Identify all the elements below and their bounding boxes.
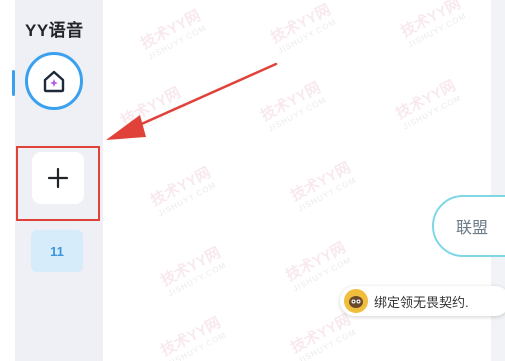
alliance-label: 联盟 <box>456 220 489 237</box>
notice-text: 绑定领无畏契约. <box>374 294 469 310</box>
notice-banner[interactable]: 绑定领无畏契约. <box>340 286 505 316</box>
alliance-button[interactable]: 联盟 <box>432 195 505 257</box>
mascot-avatar-icon <box>344 289 368 313</box>
page: 技术YY网 JISHUYY.COM 技术YY网 JISHUYY.COM 技术YY网 J… <box>0 0 505 361</box>
